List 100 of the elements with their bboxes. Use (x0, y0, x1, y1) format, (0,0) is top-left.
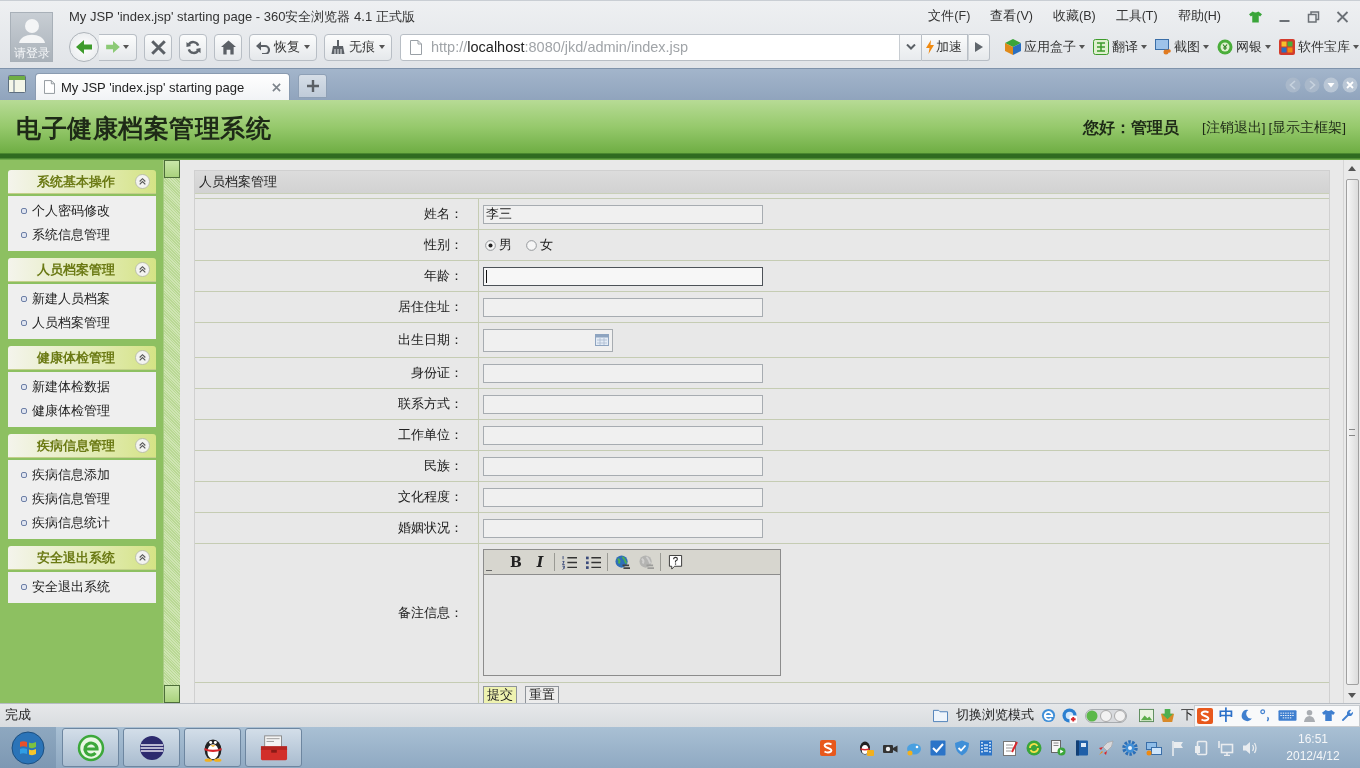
shirt-icon[interactable] (1249, 10, 1262, 23)
italic-button[interactable]: I (530, 552, 550, 572)
menu-item[interactable]: 帮助(H) (1177, 8, 1221, 25)
menu-link[interactable]: 个人密码修改 (32, 202, 110, 220)
monitor-icon[interactable] (1218, 739, 1234, 756)
person-icon[interactable] (1303, 709, 1316, 722)
header-link[interactable]: [注销退出] (1201, 119, 1266, 137)
extension-button[interactable]: 网银 (1216, 35, 1272, 59)
taskbar-app-button[interactable] (184, 728, 241, 767)
rocket-icon[interactable] (1098, 739, 1114, 756)
browser-icon[interactable] (1041, 708, 1056, 723)
menu-link[interactable]: 疾病信息统计 (32, 514, 110, 532)
speed-button[interactable]: 加速 (922, 33, 968, 61)
checkmark-tile-icon[interactable] (930, 739, 946, 756)
scrollbar-thumb[interactable] (1345, 179, 1359, 685)
section-title[interactable]: 健康体检管理 (8, 348, 135, 367)
input-field[interactable] (483, 297, 763, 317)
punctuation-icon[interactable] (1259, 709, 1272, 722)
menu-link[interactable]: 新建体检数据 (32, 378, 110, 396)
input-field[interactable] (483, 394, 763, 414)
splitter-handle[interactable] (164, 685, 180, 703)
network-icon[interactable] (1146, 739, 1162, 756)
section-header[interactable]: 人员档案管理 (8, 258, 156, 282)
film-icon[interactable] (978, 739, 994, 756)
section-title[interactable]: 安全退出系统 (8, 548, 135, 567)
download-icon[interactable] (1160, 708, 1175, 723)
document-play-icon[interactable] (1050, 739, 1066, 756)
form-button[interactable]: 重置 (525, 686, 559, 703)
restore-button[interactable]: 恢复 (249, 33, 317, 61)
link-button[interactable] (612, 552, 632, 572)
menu-link[interactable]: 健康体检管理 (32, 402, 110, 420)
toggle-icon[interactable] (1085, 708, 1127, 723)
collapse-icon[interactable] (135, 174, 150, 189)
picture-icon[interactable] (1139, 708, 1154, 723)
input-field[interactable] (483, 487, 763, 507)
shirt-icon[interactable] (1322, 709, 1335, 722)
refresh-button[interactable] (179, 33, 207, 61)
extension-button[interactable]: 软件宝库 (1278, 35, 1360, 59)
input-field[interactable]: 李三 (483, 204, 763, 224)
menu-item[interactable]: 收藏(B) (1053, 8, 1096, 25)
menu-item[interactable]: 查看(V) (990, 8, 1033, 25)
collapse-icon[interactable] (135, 438, 150, 453)
extension-button[interactable]: 应用盒子 (1004, 35, 1086, 59)
section-title[interactable]: 疾病信息管理 (8, 436, 135, 455)
logo-icon[interactable] (820, 739, 836, 756)
play-button[interactable] (968, 33, 990, 61)
notepad-icon[interactable] (1002, 739, 1018, 756)
extension-button[interactable]: 截图 (1154, 35, 1210, 59)
menu-link[interactable]: 疾病信息添加 (32, 466, 110, 484)
address-field[interactable]: http://localhost:8080/jkd/admin/index.jsp (400, 33, 922, 61)
collapse-icon[interactable] (135, 550, 150, 565)
menu-item[interactable]: 工具(T) (1115, 8, 1158, 25)
section-title[interactable]: 系统基本操作 (8, 172, 135, 191)
restore-window-icon[interactable] (1307, 10, 1320, 23)
stop-button[interactable] (144, 33, 172, 61)
logo-icon[interactable] (1197, 707, 1213, 724)
menu-link[interactable]: 新建人员档案 (32, 290, 110, 308)
home-button[interactable] (214, 33, 242, 61)
close-icon[interactable] (272, 82, 281, 92)
moon-icon[interactable] (1240, 709, 1253, 722)
extension-button[interactable]: 翻译 (1092, 35, 1148, 59)
flag-icon[interactable] (1170, 739, 1186, 756)
input-field[interactable] (483, 266, 763, 286)
radio-button[interactable] (485, 239, 496, 251)
url-text[interactable]: http://localhost:8080/jkd/admin/index.jsp (431, 39, 899, 55)
taskbar-app-button[interactable] (123, 728, 180, 767)
gear-icon[interactable] (1122, 739, 1138, 756)
collapse-icon[interactable] (135, 262, 150, 277)
menu-item[interactable]: 文件(F) (928, 8, 971, 25)
radio-label[interactable]: 女 (540, 236, 553, 254)
menu-link[interactable]: 系统信息管理 (32, 226, 110, 244)
input-field[interactable] (483, 425, 763, 445)
splitter-handle[interactable] (164, 160, 180, 178)
bold-button[interactable]: B (506, 552, 526, 572)
browser-tab[interactable]: My JSP 'index.jsp' starting page (35, 73, 290, 100)
speaker-icon[interactable] (1242, 739, 1258, 756)
book-icon[interactable] (1074, 739, 1090, 756)
start-button[interactable] (0, 727, 56, 768)
close-icon[interactable] (1336, 10, 1349, 23)
tab-title[interactable]: My JSP 'index.jsp' starting page (61, 79, 272, 95)
incognito-button[interactable]: 无痕 (324, 33, 392, 61)
section-header[interactable]: 安全退出系统 (8, 546, 156, 570)
section-title[interactable]: 人员档案管理 (8, 260, 135, 279)
menu-link[interactable]: 人员档案管理 (32, 314, 110, 332)
section-header[interactable]: 疾病信息管理 (8, 434, 156, 458)
back-button[interactable] (69, 32, 99, 62)
tab-list-icon[interactable] (1323, 76, 1339, 93)
section-header[interactable]: 健康体检管理 (8, 346, 156, 370)
date-field[interactable] (483, 328, 613, 352)
input-field[interactable] (483, 456, 763, 476)
browse-mode-button[interactable]: 切换浏览模式 (933, 707, 1034, 724)
dropdown-button[interactable] (899, 34, 921, 60)
calendar-icon[interactable] (595, 334, 609, 346)
menu-link[interactable]: 疾病信息管理 (32, 490, 110, 508)
menu-link[interactable]: 安全退出系统 (32, 578, 110, 596)
wrench-icon[interactable] (1341, 709, 1354, 722)
globe-icon[interactable] (1062, 708, 1077, 723)
close-icon[interactable] (1342, 76, 1358, 93)
input-field[interactable] (483, 363, 763, 383)
section-header[interactable]: 系统基本操作 (8, 170, 156, 194)
